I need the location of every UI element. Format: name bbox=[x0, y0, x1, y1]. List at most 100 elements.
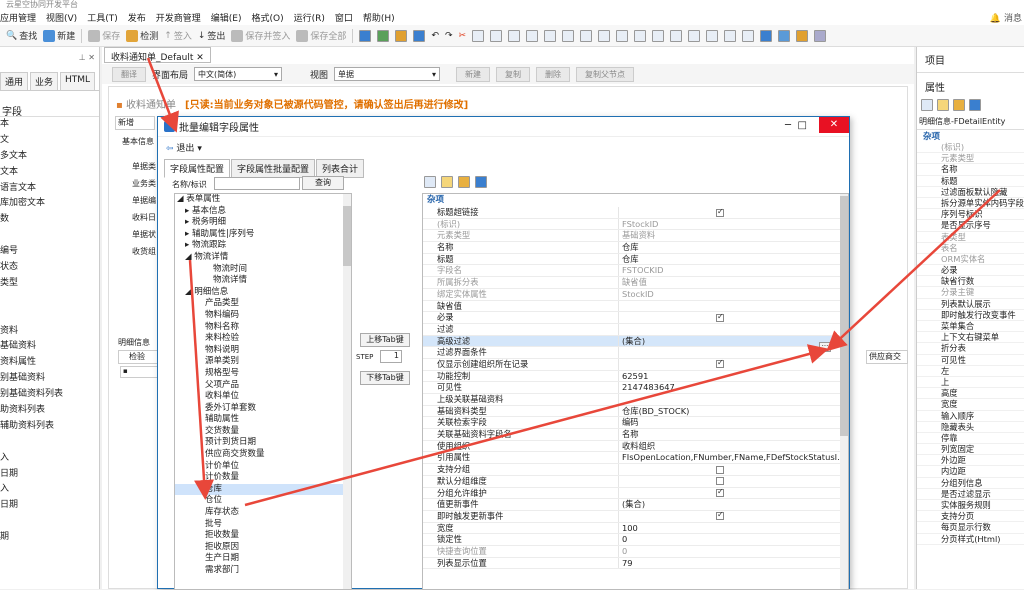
menu-item-1[interactable]: 视图(V) bbox=[46, 11, 77, 24]
property-value[interactable]: (集合) bbox=[619, 499, 848, 510]
list-item[interactable] bbox=[0, 514, 99, 530]
property-row[interactable]: 每页显示行数 bbox=[917, 522, 1024, 534]
menu-item-0[interactable]: 应用管理 bbox=[0, 11, 36, 24]
move-down-button[interactable]: 下移Tab键 bbox=[360, 371, 410, 385]
tree-node[interactable]: 仓位 bbox=[175, 495, 351, 507]
property-row[interactable]: 可见性 bbox=[917, 355, 1024, 366]
vspace-icon[interactable] bbox=[652, 29, 665, 42]
property-value[interactable]: 仓库 bbox=[619, 254, 848, 265]
list-item[interactable]: 类型 bbox=[0, 276, 99, 292]
property-row[interactable]: 分页样式(Html) bbox=[917, 534, 1024, 545]
property-row[interactable]: 列表默认展示 bbox=[917, 299, 1024, 310]
property-row[interactable]: 标题超链接 bbox=[423, 207, 848, 219]
property-row[interactable]: ORM实体名 bbox=[917, 254, 1024, 266]
same-size-icon[interactable] bbox=[616, 29, 629, 42]
copy-button[interactable]: 复制 bbox=[496, 66, 531, 82]
property-row[interactable]: 名称 bbox=[917, 164, 1024, 176]
property-value[interactable] bbox=[619, 312, 848, 323]
hspace-icon[interactable] bbox=[634, 29, 647, 42]
align-right-icon[interactable] bbox=[508, 29, 521, 42]
list-item[interactable]: 别基础资料 bbox=[0, 371, 99, 387]
property-row[interactable]: 基础资料类型 仓库(BD_STOCK) bbox=[423, 405, 848, 418]
field-label[interactable]: 收料日 bbox=[132, 209, 156, 226]
tree-node[interactable]: ▸ 税务明细 bbox=[175, 217, 351, 229]
property-row[interactable]: 默认分组维度 bbox=[423, 475, 848, 488]
list-item[interactable]: 多文本 bbox=[0, 149, 99, 165]
list-item[interactable]: 文 bbox=[0, 133, 99, 149]
redo-icon[interactable]: ↷ bbox=[445, 31, 453, 41]
field-label[interactable]: 收货组 bbox=[132, 243, 156, 260]
property-row[interactable]: 上 bbox=[917, 377, 1024, 389]
checkbox[interactable] bbox=[716, 312, 724, 322]
property-value[interactable] bbox=[619, 347, 848, 358]
property-row[interactable]: (标识) FStockID bbox=[423, 218, 848, 231]
scrollbar-thumb[interactable] bbox=[343, 206, 351, 266]
detail-row[interactable]: ▪ bbox=[120, 366, 158, 378]
property-row[interactable]: 输入顺序 bbox=[917, 411, 1024, 422]
delete-button[interactable]: 删除 bbox=[536, 66, 571, 82]
tree-node[interactable]: 辅助属性 bbox=[175, 414, 351, 426]
property-row[interactable]: 支持分页 bbox=[917, 511, 1024, 523]
layout-icon[interactable] bbox=[359, 29, 372, 42]
settings-icon[interactable] bbox=[814, 29, 827, 42]
property-pages-icon[interactable] bbox=[953, 99, 965, 111]
property-row[interactable]: 内边距 bbox=[917, 466, 1024, 478]
menu-item-6[interactable]: 格式(O) bbox=[251, 11, 283, 24]
property-row[interactable]: 列宽固定 bbox=[917, 444, 1024, 456]
property-row[interactable]: 支持分组 bbox=[423, 464, 848, 476]
tools-icon[interactable] bbox=[395, 29, 408, 42]
property-row[interactable]: 隐藏表头 bbox=[917, 422, 1024, 433]
property-value[interactable]: 缺省值 bbox=[619, 277, 848, 288]
list-item[interactable]: 入 bbox=[0, 451, 99, 467]
align-left-icon[interactable] bbox=[472, 29, 485, 42]
scrollbar-thumb[interactable] bbox=[840, 196, 848, 436]
property-value[interactable] bbox=[619, 476, 848, 487]
tree-node[interactable]: 来料检验 bbox=[175, 333, 351, 345]
alphabetical-icon[interactable] bbox=[441, 176, 453, 188]
property-row[interactable]: 上下文右键菜单 bbox=[917, 332, 1024, 344]
property-row[interactable]: 过滤 bbox=[423, 323, 848, 336]
list-item[interactable] bbox=[0, 228, 99, 244]
tree-node[interactable]: ◢ 表单属性 bbox=[175, 194, 351, 206]
property-row[interactable]: 缺省值 bbox=[423, 300, 848, 313]
tree-node[interactable]: 拒收原因 bbox=[175, 542, 351, 554]
list-item[interactable]: 库加密文本 bbox=[0, 196, 99, 212]
property-row[interactable]: 宽度 bbox=[917, 399, 1024, 411]
list-item[interactable] bbox=[0, 435, 99, 451]
property-value[interactable]: 名称 bbox=[619, 429, 848, 440]
layout-select[interactable]: 中文(简体) ▾ bbox=[194, 67, 283, 81]
property-value[interactable]: 编码 bbox=[619, 417, 848, 428]
property-row[interactable]: 高度 bbox=[917, 388, 1024, 400]
save-checkin-button[interactable]: 保存并签入 bbox=[231, 29, 290, 42]
align-middle-icon[interactable] bbox=[544, 29, 557, 42]
checkbox[interactable] bbox=[716, 207, 724, 217]
tree-node[interactable]: 交货数量 bbox=[175, 426, 351, 438]
property-row[interactable]: 绑定实体属性 StockID bbox=[423, 288, 848, 301]
minimize-icon[interactable]: ─ bbox=[785, 120, 791, 131]
tree-node[interactable]: 委外订单套数 bbox=[175, 403, 351, 415]
center-h-icon[interactable] bbox=[670, 29, 683, 42]
property-value[interactable] bbox=[619, 207, 848, 218]
property-row[interactable]: 外边距 bbox=[917, 455, 1024, 467]
property-row[interactable]: 值更新事件 (集合) bbox=[423, 499, 848, 511]
basic-info-tab[interactable]: 基本信息 bbox=[122, 136, 154, 147]
property-row[interactable]: 字段名 FSTOCKID bbox=[423, 265, 848, 278]
property-value[interactable] bbox=[619, 324, 848, 335]
move-up-button[interactable]: 上移Tab键 bbox=[360, 333, 410, 347]
list-item[interactable] bbox=[0, 292, 99, 308]
find-button[interactable]: 🔍 查找 bbox=[6, 29, 37, 43]
checkbox[interactable] bbox=[716, 488, 724, 498]
list-item[interactable]: 资料 bbox=[0, 324, 99, 340]
search-input[interactable] bbox=[214, 177, 300, 190]
view-select[interactable]: 单据 ▾ bbox=[334, 67, 441, 81]
checkbox[interactable] bbox=[716, 359, 724, 369]
property-row[interactable]: 过滤面板默认隐藏 bbox=[917, 187, 1024, 198]
tree-node[interactable]: 生产日期 bbox=[175, 553, 351, 565]
property-value[interactable]: 2147483647 bbox=[619, 382, 848, 393]
list-item[interactable]: 辅助资料列表 bbox=[0, 419, 99, 435]
same-height-icon[interactable] bbox=[598, 29, 611, 42]
step-input[interactable]: 1 bbox=[380, 350, 402, 363]
property-value[interactable]: FStockID bbox=[619, 219, 848, 230]
tree-node[interactable]: ▸ 物流跟踪 bbox=[175, 240, 351, 252]
tree-node[interactable]: 父项产品 bbox=[175, 380, 351, 392]
